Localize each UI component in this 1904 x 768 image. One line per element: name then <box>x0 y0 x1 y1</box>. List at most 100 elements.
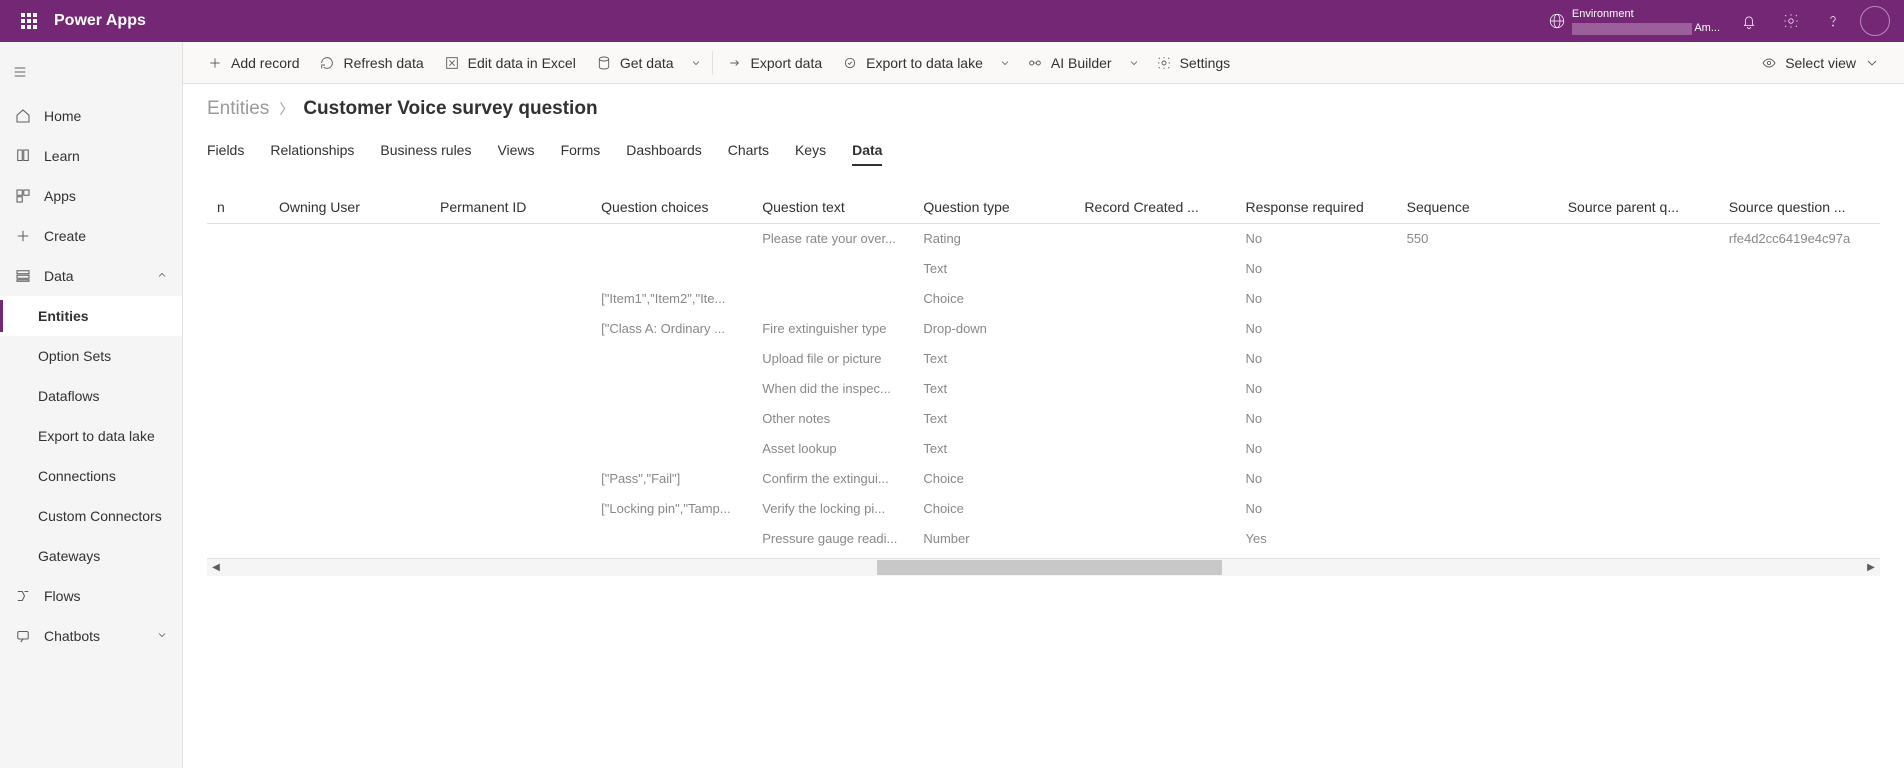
table-cell <box>430 224 591 254</box>
table-cell <box>1074 254 1235 284</box>
column-header[interactable]: Owning User <box>269 191 430 224</box>
table-row[interactable]: ["Item1","Item2","Ite...ChoiceNo <box>207 284 1880 314</box>
column-header[interactable]: Question type <box>913 191 1074 224</box>
tab-relationships[interactable]: Relationships <box>270 136 354 166</box>
table-cell <box>1397 404 1558 434</box>
tab-forms[interactable]: Forms <box>561 136 601 166</box>
table-row[interactable]: Pressure gauge readi...NumberYes <box>207 524 1880 554</box>
sidebar-item-apps[interactable]: Apps <box>0 176 182 216</box>
notifications-button[interactable] <box>1728 0 1770 42</box>
environment-picker[interactable]: Environment Am... <box>1548 7 1720 35</box>
scroll-right-button[interactable]: ▶ <box>1862 559 1880 577</box>
sidebar-item-flows[interactable]: Flows <box>0 576 182 616</box>
breadcrumb-parent[interactable]: Entities <box>207 98 269 120</box>
waffle-icon[interactable] <box>8 0 50 42</box>
sidebar-item-create[interactable]: Create <box>0 216 182 256</box>
column-header[interactable]: Source parent q... <box>1558 191 1719 224</box>
bell-icon <box>1740 12 1758 30</box>
ai-builder-button[interactable]: AI Builder <box>1017 42 1122 84</box>
table-cell: Text <box>913 344 1074 374</box>
table-cell <box>1719 434 1880 464</box>
table-cell <box>1719 404 1880 434</box>
table-cell <box>207 494 269 524</box>
table-cell: No <box>1236 464 1397 494</box>
table-cell <box>1397 464 1558 494</box>
table-row[interactable]: When did the inspec...TextNo <box>207 374 1880 404</box>
table-cell <box>591 224 752 254</box>
export-lake-dropdown[interactable] <box>993 57 1017 69</box>
data-icon <box>14 267 32 285</box>
scrollbar-thumb[interactable] <box>877 560 1222 575</box>
sidebar-item-dataflows[interactable]: Dataflows <box>0 376 182 416</box>
table-cell <box>591 404 752 434</box>
tab-keys[interactable]: Keys <box>795 136 826 166</box>
help-button[interactable] <box>1812 0 1854 42</box>
sidebar-item-option-sets[interactable]: Option Sets <box>0 336 182 376</box>
avatar[interactable] <box>1860 6 1890 36</box>
table-row[interactable]: TextNo <box>207 254 1880 284</box>
table-cell <box>1397 434 1558 464</box>
scroll-left-button[interactable]: ◀ <box>207 559 225 577</box>
export-data-button[interactable]: Export data <box>717 42 833 84</box>
column-header[interactable]: Permanent ID <box>430 191 591 224</box>
table-row[interactable]: Other notesTextNo <box>207 404 1880 434</box>
database-icon <box>596 55 612 71</box>
export-lake-button[interactable]: Export to data lake <box>832 42 993 84</box>
table-cell <box>1558 224 1719 254</box>
table-cell <box>207 464 269 494</box>
chevron-down-icon <box>156 628 168 644</box>
sidebar-item-export-lake[interactable]: Export to data lake <box>0 416 182 456</box>
table-cell <box>269 434 430 464</box>
table-cell: ["Pass","Fail"] <box>591 464 752 494</box>
ai-builder-dropdown[interactable] <box>1122 57 1146 69</box>
cmd-label: Settings <box>1180 55 1231 71</box>
table-cell <box>269 314 430 344</box>
table-cell <box>430 464 591 494</box>
flow-icon <box>14 587 32 605</box>
table-cell: rfe4d2cc6419e4c97a <box>1719 224 1880 254</box>
select-view-button[interactable]: Select view <box>1751 42 1890 84</box>
horizontal-scrollbar[interactable]: ◀ ▶ <box>207 558 1880 576</box>
hamburger-button[interactable] <box>0 52 40 92</box>
settings-button-cmd[interactable]: Settings <box>1146 42 1241 84</box>
table-cell <box>1074 284 1235 314</box>
sidebar-item-learn[interactable]: Learn <box>0 136 182 176</box>
edit-excel-button[interactable]: Edit data in Excel <box>434 42 586 84</box>
column-header[interactable]: n <box>207 191 269 224</box>
table-row[interactable]: ["Pass","Fail"]Confirm the extingui...Ch… <box>207 464 1880 494</box>
settings-button[interactable] <box>1770 0 1812 42</box>
table-cell: Asset lookup <box>752 434 913 464</box>
sidebar-item-data[interactable]: Data <box>0 256 182 296</box>
column-header[interactable]: Question choices <box>591 191 752 224</box>
sidebar-item-connections[interactable]: Connections <box>0 456 182 496</box>
table-row[interactable]: ["Locking pin","Tamp...Verify the lockin… <box>207 494 1880 524</box>
table-cell <box>430 524 591 554</box>
table-row[interactable]: ["Class A: Ordinary ...Fire extinguisher… <box>207 314 1880 344</box>
sidebar-item-chatbots[interactable]: Chatbots <box>0 616 182 656</box>
table-row[interactable]: Upload file or pictureTextNo <box>207 344 1880 374</box>
book-icon <box>14 147 32 165</box>
sidebar-item-home[interactable]: Home <box>0 96 182 136</box>
tab-charts[interactable]: Charts <box>728 136 769 166</box>
column-header[interactable]: Record Created ... <box>1074 191 1235 224</box>
table-cell: Text <box>913 254 1074 284</box>
tab-dashboards[interactable]: Dashboards <box>626 136 702 166</box>
sidebar-item-entities[interactable]: Entities <box>0 296 182 336</box>
env-redacted <box>1572 23 1692 35</box>
column-header[interactable]: Question text <box>752 191 913 224</box>
refresh-button[interactable]: Refresh data <box>309 42 433 84</box>
column-header[interactable]: Source question ... <box>1719 191 1880 224</box>
table-row[interactable]: Asset lookupTextNo <box>207 434 1880 464</box>
add-record-button[interactable]: Add record <box>197 42 309 84</box>
sidebar-item-custom-connectors[interactable]: Custom Connectors <box>0 496 182 536</box>
column-header[interactable]: Sequence <box>1397 191 1558 224</box>
tab-views[interactable]: Views <box>497 136 534 166</box>
get-data-button[interactable]: Get data <box>586 42 684 84</box>
column-header[interactable]: Response required <box>1236 191 1397 224</box>
tab-fields[interactable]: Fields <box>207 136 244 166</box>
table-row[interactable]: Please rate your over...RatingNo550rfe4d… <box>207 224 1880 254</box>
tab-business-rules[interactable]: Business rules <box>380 136 471 166</box>
tab-data[interactable]: Data <box>852 136 882 166</box>
sidebar-item-gateways[interactable]: Gateways <box>0 536 182 576</box>
get-data-dropdown[interactable] <box>684 57 708 69</box>
